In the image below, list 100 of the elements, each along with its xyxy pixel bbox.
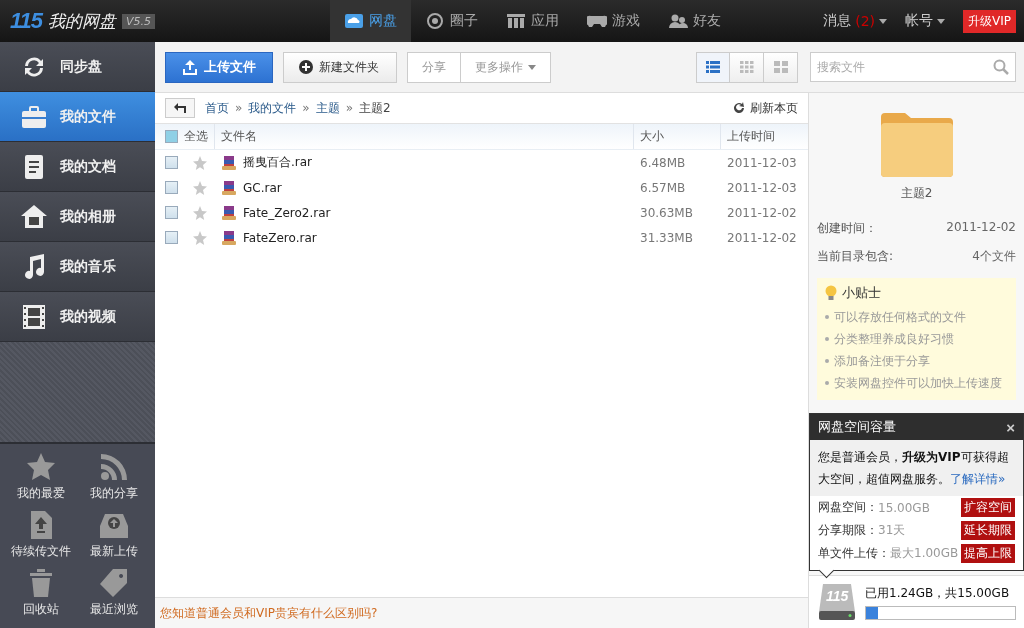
star-icon[interactable]	[192, 179, 208, 196]
quota-value: 最大1.00GB	[890, 545, 960, 562]
row-checkbox[interactable]	[165, 231, 178, 244]
list-icon	[706, 61, 720, 73]
file-name[interactable]: FateZero.rar	[243, 230, 317, 245]
row-checkbox[interactable]	[165, 181, 178, 194]
shortcut-item[interactable]: 我的最爱	[4, 452, 78, 502]
breadcrumb-link[interactable]: 主题	[315, 99, 340, 117]
tip-text: 分类整理养成良好习惯	[834, 330, 954, 348]
gamepad-icon	[587, 13, 607, 29]
detail-label: 创建时间：	[817, 220, 877, 237]
upload-date: 2011-12-03	[727, 155, 797, 170]
breadcrumb-separator: »	[302, 101, 310, 115]
star-icon	[25, 452, 56, 482]
tip-text: 可以存放任何格式的文件	[834, 308, 966, 326]
new-folder-button[interactable]: 新建文件夹	[283, 51, 397, 83]
logo: 115	[10, 8, 43, 34]
quota-value: 15.00GB	[878, 500, 931, 515]
file-size: 6.48MB	[640, 155, 686, 170]
star-icon[interactable]	[192, 229, 208, 246]
archive-icon	[221, 229, 237, 246]
upgrade-vip-button[interactable]: 升级VIP	[963, 9, 1016, 33]
breadcrumb-link[interactable]: 首页	[205, 99, 229, 117]
refresh-link[interactable]: 刷新本页	[732, 99, 798, 117]
shortcut-item[interactable]: 回收站	[4, 568, 78, 618]
back-arrow-icon	[173, 102, 187, 114]
version-badge: V5.5	[122, 13, 156, 29]
detail-value: 2011-12-02	[946, 220, 1016, 236]
tips-title: 小贴士	[842, 284, 881, 302]
nav-tab[interactable]: 圈子	[411, 0, 492, 42]
footer-link[interactable]: 您知道普通会员和VIP贵宾有什么区别吗?	[160, 604, 378, 622]
message-count: (2)	[855, 13, 875, 29]
breadcrumb-link[interactable]: 主题2	[359, 99, 391, 117]
rss-icon	[99, 452, 130, 482]
breadcrumb-link[interactable]: 我的文件	[248, 99, 297, 117]
tiles-icon	[773, 61, 788, 73]
breadcrumb-separator: »	[235, 101, 243, 115]
film-icon	[20, 302, 48, 331]
sidebar-item[interactable]: 我的文件	[0, 92, 155, 142]
file-size: 31.33MB	[640, 230, 693, 245]
file-name[interactable]: 摇曳百合.rar	[243, 154, 313, 171]
column-header[interactable]: 文件名	[221, 128, 257, 145]
folder-name: 主题2	[899, 185, 934, 202]
upload-date: 2011-12-02	[727, 205, 797, 220]
column-header[interactable]: 上传时间	[727, 128, 775, 145]
upgrade-action-button[interactable]: 扩容空间	[961, 498, 1015, 517]
nav-tab[interactable]: 应用	[492, 0, 573, 42]
file-name[interactable]: Fate_Zero2.rar	[243, 205, 331, 220]
thumbnail-view-button[interactable]	[764, 51, 798, 83]
grid-icon	[739, 61, 754, 73]
file-size: 30.63MB	[640, 205, 693, 220]
shortcut-item[interactable]: 我的分享	[77, 452, 151, 502]
sidebar-item[interactable]: 同步盘	[0, 42, 155, 92]
grid-view-button[interactable]	[730, 51, 764, 83]
column-header[interactable]: 大小	[640, 128, 664, 145]
caret-icon	[937, 18, 945, 24]
tip-text: 安装网盘控件可以加快上传速度	[834, 374, 1002, 392]
upgrade-action-button[interactable]: 提高上限	[961, 544, 1015, 563]
detail-value: 4个文件	[972, 248, 1016, 265]
storage-usage: 已用1.24GB，共15.00GB	[865, 584, 1011, 602]
sidebar-item[interactable]: 我的文档	[0, 142, 155, 192]
learn-more-link[interactable]: 了解详情»	[950, 472, 1006, 486]
shortcut-item[interactable]: 最近浏览	[77, 568, 151, 618]
search-icon	[993, 59, 1009, 75]
column-header: 全选	[184, 128, 208, 145]
plus-icon	[298, 59, 314, 75]
shortcut-item[interactable]: 最新上传	[77, 510, 151, 560]
sidebar-item[interactable]: 我的音乐	[0, 242, 155, 292]
tip-text: 添加备注便于分享	[834, 352, 930, 370]
search-field[interactable]: 搜索文件	[810, 52, 1016, 82]
upload-button[interactable]: 上传文件	[165, 51, 273, 83]
archive-icon	[221, 179, 237, 196]
lightbulb-icon	[825, 285, 837, 301]
upgrade-action-button[interactable]: 延长期限	[961, 521, 1015, 540]
star-icon[interactable]	[192, 204, 208, 221]
list-view-button[interactable]	[696, 51, 730, 83]
quota-label: 网盘空间：	[818, 499, 878, 516]
row-checkbox[interactable]	[165, 206, 178, 219]
quota-value: 31天	[878, 522, 907, 539]
back-button[interactable]	[165, 98, 195, 118]
row-checkbox[interactable]	[165, 156, 178, 169]
hard-drive-icon	[817, 582, 857, 622]
nav-tab[interactable]: 网盘	[330, 0, 411, 42]
people-icon	[668, 13, 688, 29]
messages-menu[interactable]: 消息	[823, 12, 852, 30]
nav-tab[interactable]: 好友	[654, 0, 735, 42]
file-name[interactable]: GC.rar	[243, 180, 282, 195]
star-icon[interactable]	[192, 154, 208, 171]
select-all-checkbox[interactable]	[165, 130, 178, 143]
sidebar-item[interactable]: 我的视频	[0, 292, 155, 342]
quota-label: 分享期限：	[818, 522, 878, 539]
upgrade-message: 您是普通会员，升级为VIP可获得超大空间，超值网盘服务。了解详情»	[810, 440, 1023, 496]
close-button[interactable]: ×	[1006, 418, 1015, 436]
breadcrumb-separator: »	[345, 101, 354, 115]
sidebar-item[interactable]: 我的相册	[0, 192, 155, 242]
nav-tab[interactable]: 游戏	[573, 0, 654, 42]
refresh-icon	[732, 101, 746, 115]
home-icon	[20, 202, 48, 231]
account-menu[interactable]: 帐号	[905, 12, 933, 30]
shortcut-item[interactable]: 待续传文件	[4, 510, 78, 560]
